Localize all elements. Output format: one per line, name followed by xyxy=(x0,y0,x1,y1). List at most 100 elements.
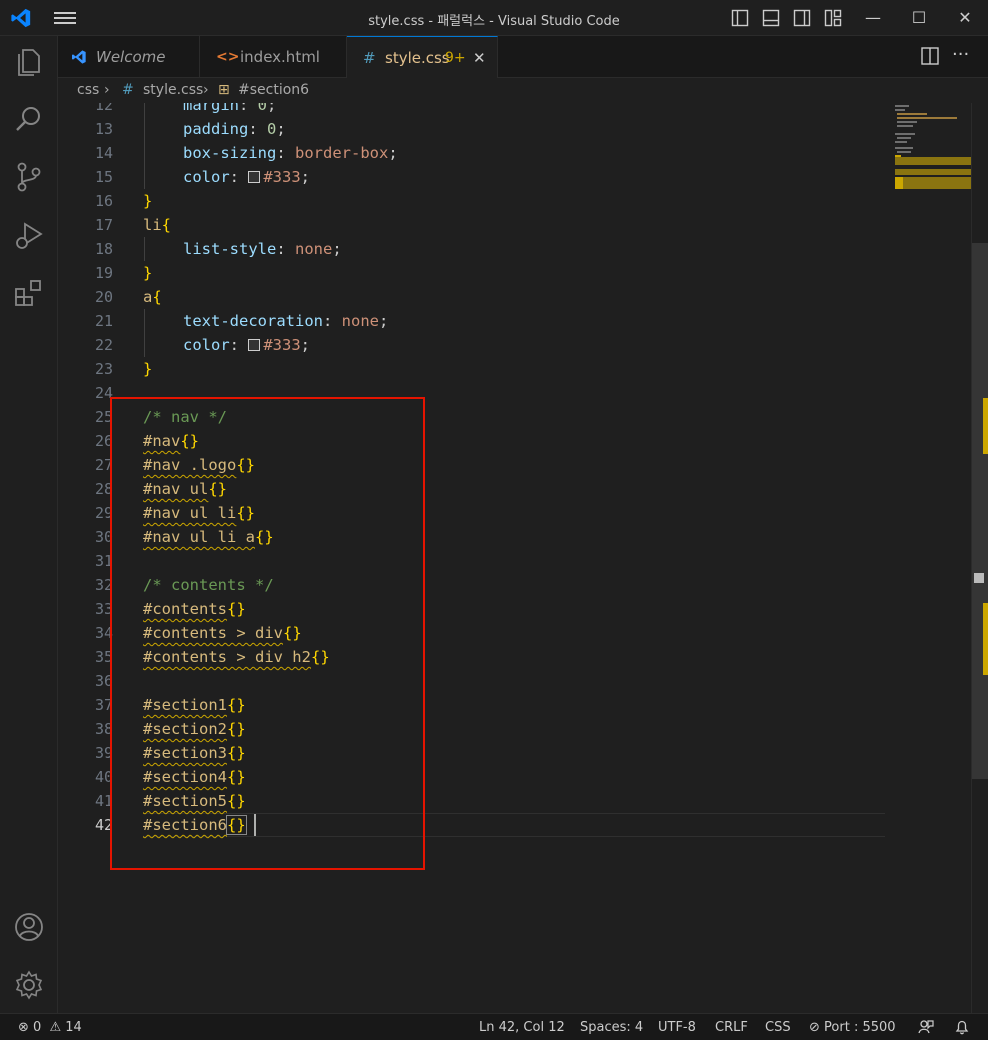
line-number: 14 xyxy=(94,144,113,162)
run-and-debug-icon[interactable] xyxy=(12,218,46,252)
tab-style-css[interactable]: # style.css 9+ ✕ xyxy=(347,36,498,78)
editor-tabs: Welcome <> index.html # style.css 9+ ✕ ·… xyxy=(58,36,988,78)
code-editor[interactable]: 12 13 14 15 16 17 18 19 20 21 22 23 24 2… xyxy=(58,103,988,1013)
line-number: 31 xyxy=(94,552,113,570)
line-number: 34 xyxy=(94,624,113,642)
activity-bar xyxy=(0,36,58,1013)
indent-guide xyxy=(144,103,145,189)
line-number: 22 xyxy=(94,336,113,354)
error-count: 0 xyxy=(33,1020,42,1035)
line-number: 19 xyxy=(94,264,113,282)
search-icon[interactable] xyxy=(12,102,46,136)
line-number: 15 xyxy=(94,168,113,186)
cursor-position[interactable]: Ln 42, Col 12 xyxy=(479,1020,565,1035)
language-mode[interactable]: CSS xyxy=(765,1020,791,1035)
line-number: 18 xyxy=(94,240,113,258)
tab-welcome[interactable]: Welcome xyxy=(58,36,200,78)
error-icon: ⊗ xyxy=(18,1020,29,1035)
status-bar: ⊗ 0 ⚠ 14 Ln 42, Col 12 Spaces: 4 UTF-8 C… xyxy=(0,1013,988,1040)
code-line: text-decoration: none; xyxy=(183,312,389,330)
line-number: 35 xyxy=(94,648,113,666)
line-number: 33 xyxy=(94,600,113,618)
title-bar: style.css - 패럴럭스 - Visual Studio Code — … xyxy=(0,0,988,36)
breadcrumb-symbol[interactable]: #section6 xyxy=(238,82,309,98)
line-number: 39 xyxy=(94,744,113,762)
code-line: list-style: none; xyxy=(183,240,342,258)
vertical-scrollbar[interactable] xyxy=(971,103,988,1013)
color-swatch-icon[interactable] xyxy=(248,339,261,351)
chevron-right-icon: › xyxy=(104,82,110,98)
problems-badge: 9+ xyxy=(445,50,466,66)
warning-icon: ⚠ xyxy=(49,1020,62,1035)
scrollbar-thumb[interactable] xyxy=(972,243,988,779)
minimap[interactable] xyxy=(893,103,971,223)
maximize-button[interactable]: ☐ xyxy=(896,0,942,36)
settings-gear-icon[interactable] xyxy=(12,968,46,1002)
selector-symbol-icon: ⊞ xyxy=(218,82,230,98)
toggle-secondary-sidebar-icon[interactable] xyxy=(793,9,811,27)
line-number: 17 xyxy=(94,216,113,234)
live-server-status[interactable]: ⊘ Port : 5500 xyxy=(809,1020,896,1035)
line-number: 26 xyxy=(94,432,113,450)
line-number: 41 xyxy=(94,792,113,810)
tab-index-html[interactable]: <> index.html xyxy=(200,36,347,78)
explorer-icon[interactable] xyxy=(12,44,46,78)
chevron-right-icon: › xyxy=(203,82,209,98)
no-entry-icon: ⊘ xyxy=(809,1020,820,1035)
code-line: } xyxy=(143,192,153,210)
line-number: 20 xyxy=(94,288,113,306)
indent-guide xyxy=(144,237,145,261)
accounts-icon[interactable] xyxy=(12,910,46,944)
close-window-button[interactable]: ✕ xyxy=(942,0,988,36)
breadcrumb-folder[interactable]: css xyxy=(77,82,99,98)
tab-label: style.css xyxy=(385,49,450,67)
close-tab-icon[interactable]: ✕ xyxy=(473,37,486,79)
toggle-primary-sidebar-icon[interactable] xyxy=(731,9,749,27)
line-number: 29 xyxy=(94,504,113,522)
html-code-icon: <> xyxy=(216,49,240,65)
source-control-icon[interactable] xyxy=(12,160,46,194)
breadcrumb: css › # style.css › ⊞ #section6 xyxy=(58,79,988,103)
breadcrumb-file[interactable]: style.css xyxy=(143,82,203,98)
line-number: 25 xyxy=(94,408,113,426)
code-line: box-sizing: border-box; xyxy=(183,144,398,162)
line-number: 40 xyxy=(94,768,113,786)
notifications-bell-icon[interactable] xyxy=(954,1019,970,1035)
indentation-status[interactable]: Spaces: 4 xyxy=(580,1020,643,1035)
eol-status[interactable]: CRLF xyxy=(715,1020,748,1035)
encoding-status[interactable]: UTF-8 xyxy=(658,1020,696,1035)
line-number: 32 xyxy=(94,576,113,594)
feedback-icon[interactable] xyxy=(918,1019,934,1035)
warning-marker xyxy=(983,603,988,675)
line-number: 38 xyxy=(94,720,113,738)
line-number: 12 xyxy=(94,103,113,114)
indent-guide xyxy=(144,309,145,357)
split-editor-icon[interactable] xyxy=(920,46,940,66)
color-swatch-icon[interactable] xyxy=(248,171,261,183)
line-number: 37 xyxy=(94,696,113,714)
tab-label: Welcome xyxy=(96,48,166,66)
customize-layout-icon[interactable] xyxy=(824,9,842,27)
line-number: 27 xyxy=(94,456,113,474)
more-actions-icon[interactable]: ··· xyxy=(952,46,972,66)
live-server-port: Port : 5500 xyxy=(824,1020,896,1035)
line-number: 21 xyxy=(94,312,113,330)
code-line: margin: 0; xyxy=(183,103,277,114)
warning-count: 14 xyxy=(65,1020,82,1035)
code-line: } xyxy=(143,360,153,378)
line-number: 13 xyxy=(94,120,113,138)
annotation-highlight-box xyxy=(110,397,425,870)
css-hash-icon: # xyxy=(363,49,376,67)
code-line: } xyxy=(143,264,153,282)
line-number: 16 xyxy=(94,192,113,210)
line-number: 28 xyxy=(94,480,113,498)
code-line: padding: 0; xyxy=(183,120,286,138)
problems-status[interactable]: ⊗ 0 ⚠ 14 xyxy=(18,1020,82,1035)
code-line: a{ xyxy=(143,288,162,306)
warning-marker xyxy=(983,398,988,454)
minimize-button[interactable]: — xyxy=(850,0,896,36)
toggle-panel-icon[interactable] xyxy=(762,9,780,27)
extensions-icon[interactable] xyxy=(12,276,46,310)
tab-label: index.html xyxy=(240,48,320,66)
line-number: 23 xyxy=(94,360,113,378)
